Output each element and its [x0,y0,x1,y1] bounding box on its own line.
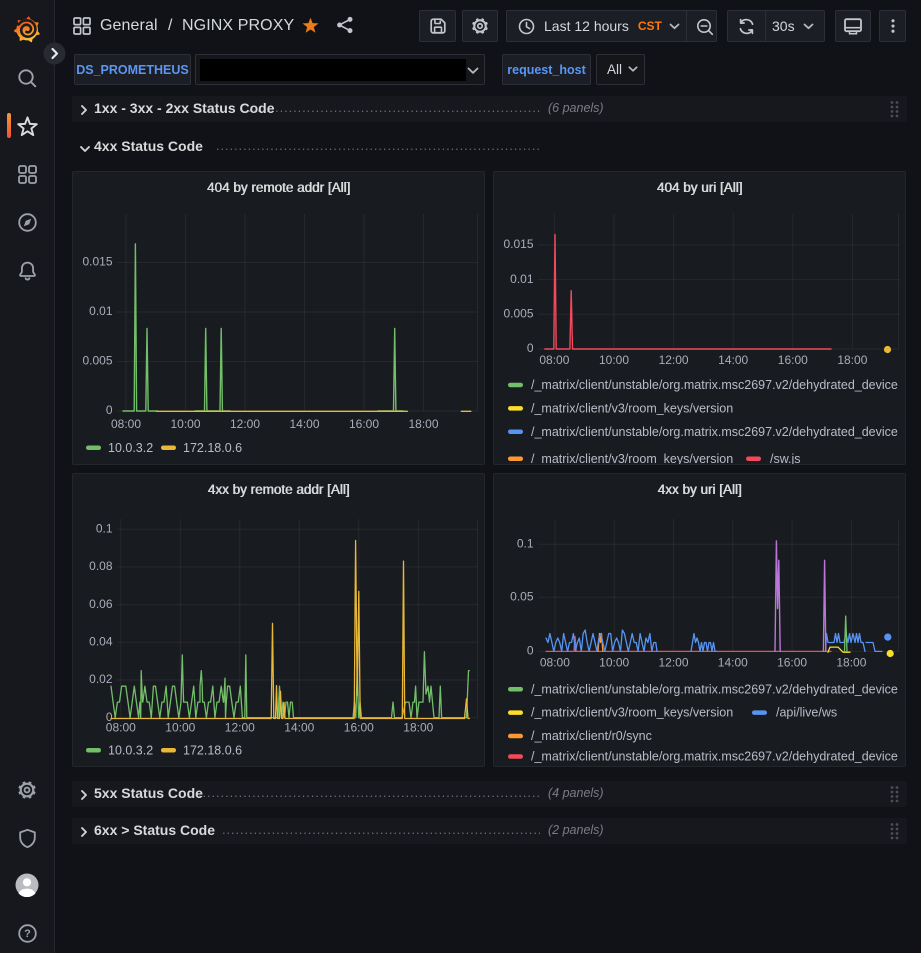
svg-text:0.04: 0.04 [89,634,113,648]
svg-text:14:00: 14:00 [284,721,314,735]
svg-text:172.18.0.6: 172.18.0.6 [183,743,242,757]
svg-text:0.1: 0.1 [517,536,534,550]
svg-text:/_matrix/client/unstable/org.m: /_matrix/client/unstable/org.matrix.msc2… [531,750,898,764]
svg-text:0.02: 0.02 [89,672,113,686]
svg-text:18:00: 18:00 [403,721,433,735]
svg-text:10.0.3.2: 10.0.3.2 [108,441,153,455]
svg-text:08:00: 08:00 [106,721,136,735]
svg-text:/sw.js: /sw.js [770,452,801,465]
svg-text:16:00: 16:00 [349,417,379,431]
svg-text:0.06: 0.06 [89,597,113,611]
svg-text:16:00: 16:00 [777,656,807,670]
svg-text:0.01: 0.01 [510,272,534,286]
svg-text:/_matrix/client/v3/room_keys/v: /_matrix/client/v3/room_keys/version [531,452,733,465]
svg-text:14:00: 14:00 [718,353,748,367]
svg-text:/_matrix/client/unstable/org.m: /_matrix/client/unstable/org.matrix.msc2… [531,682,898,696]
svg-text:10:00: 10:00 [599,353,629,367]
svg-text:18:00: 18:00 [836,656,866,670]
svg-text:10:00: 10:00 [599,656,629,670]
svg-text:0.08: 0.08 [89,559,113,573]
svg-text:14:00: 14:00 [718,656,748,670]
svg-text:0.005: 0.005 [503,306,533,320]
svg-text:18:00: 18:00 [408,417,438,431]
svg-text:10.0.3.2: 10.0.3.2 [108,743,153,757]
svg-text:16:00: 16:00 [778,353,808,367]
svg-text:18:00: 18:00 [837,353,867,367]
svg-text:/_matrix/client/v3/room_keys/v: /_matrix/client/v3/room_keys/version [531,706,733,720]
svg-text:12:00: 12:00 [658,656,688,670]
svg-text:14:00: 14:00 [289,417,319,431]
svg-text:?: ? [24,928,31,940]
svg-text:0.015: 0.015 [503,237,533,251]
svg-text:12:00: 12:00 [225,721,255,735]
svg-text:0.05: 0.05 [510,589,534,603]
svg-text:12:00: 12:00 [230,417,260,431]
svg-text:/_matrix/client/v3/room_keys/v: /_matrix/client/v3/room_keys/version [531,401,733,415]
svg-text:16:00: 16:00 [344,721,374,735]
svg-text:0: 0 [106,403,113,417]
svg-text:10:00: 10:00 [170,417,200,431]
svg-text:/_matrix/client/unstable/org.m: /_matrix/client/unstable/org.matrix.msc2… [531,425,898,439]
svg-text:12:00: 12:00 [659,353,689,367]
svg-text:0.015: 0.015 [82,255,112,269]
svg-text:10:00: 10:00 [165,721,195,735]
svg-text:0.01: 0.01 [89,304,113,318]
svg-text:08:00: 08:00 [539,353,569,367]
svg-text:08:00: 08:00 [111,417,141,431]
svg-text:0.005: 0.005 [82,354,112,368]
svg-text:0: 0 [527,341,534,355]
svg-text:/_matrix/client/unstable/org.m: /_matrix/client/unstable/org.matrix.msc2… [531,378,898,392]
svg-text:/_matrix/client/r0/sync: /_matrix/client/r0/sync [531,729,652,743]
svg-text:172.18.0.6: 172.18.0.6 [183,441,242,455]
svg-text:0.1: 0.1 [96,521,113,535]
svg-text:0: 0 [527,644,534,658]
svg-text:08:00: 08:00 [540,656,570,670]
svg-text:/api/live/ws: /api/live/ws [776,706,837,720]
